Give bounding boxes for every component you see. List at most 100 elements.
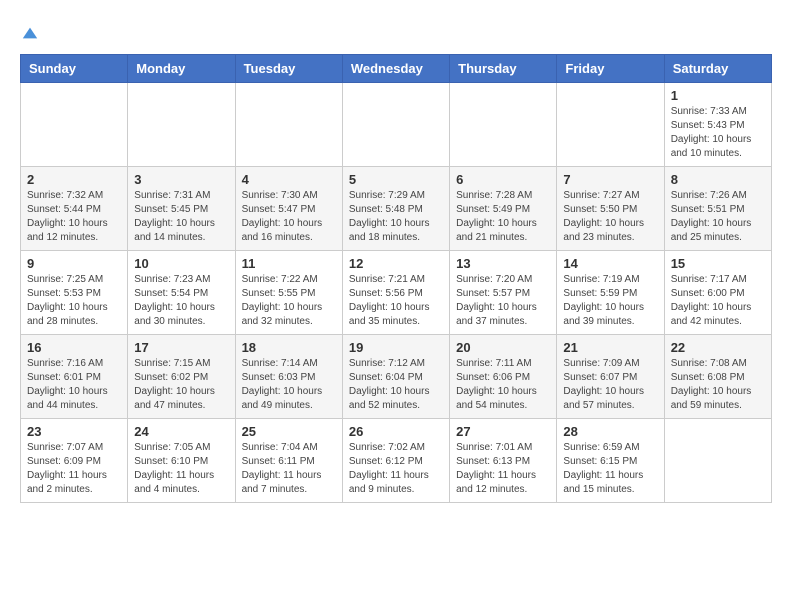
day-info: Sunrise: 7:32 AM Sunset: 5:44 PM Dayligh… <box>27 189 121 245</box>
day-info: Sunrise: 7:26 AM Sunset: 5:51 PM Dayligh… <box>671 189 765 245</box>
day-number: 21 <box>563 340 657 355</box>
calendar-week-row: 16 Sunrise: 7:16 AM Sunset: 6:01 PM Dayli… <box>21 335 772 419</box>
day-number: 24 <box>134 424 228 439</box>
day-info: Sunrise: 7:27 AM Sunset: 5:50 PM Dayligh… <box>563 189 657 245</box>
day-number: 18 <box>242 340 336 355</box>
calendar-cell: 20Sunrise: 7:11 AM Sunset: 6:06 PM Dayli… <box>450 335 557 419</box>
day-number: 15 <box>671 256 765 271</box>
weekday-header-row: SundayMondayTuesdayWednesdayThursdayFrid… <box>21 55 772 83</box>
day-info: Sunrise: 7:16 AM Sunset: 6:01 PM Dayligh… <box>27 357 121 413</box>
logo <box>20 20 39 44</box>
weekday-header-friday: Friday <box>557 55 664 83</box>
calendar-cell: 25 Sunrise: 7:04 AM Sunset: 6:11 PM Dayli… <box>235 419 342 503</box>
day-number: 16 <box>27 340 121 355</box>
day-number: 1 <box>671 88 765 103</box>
day-info: Sunrise: 7:14 AM Sunset: 6:03 PM Dayligh… <box>242 357 336 413</box>
weekday-header-sunday: Sunday <box>21 55 128 83</box>
calendar-cell: 10 Sunrise: 7:23 AM Sunset: 5:54 PM Dayli… <box>128 251 235 335</box>
day-info: Sunrise: 7:01 AM Sunset: 6:13 PM Dayligh… <box>456 441 550 497</box>
calendar-cell: 28 Sunrise: 6:59 AM Sunset: 6:15 PM Dayli… <box>557 419 664 503</box>
day-number: 2 <box>27 172 121 187</box>
day-number: 3 <box>134 172 228 187</box>
day-number: 25 <box>242 424 336 439</box>
day-number: 27 <box>456 424 550 439</box>
calendar-week-row: 23 Sunrise: 7:07 AM Sunset: 6:09 PM Dayli… <box>21 419 772 503</box>
day-info: Sunrise: 6:59 AM Sunset: 6:15 PM Dayligh… <box>563 441 657 497</box>
calendar-cell: 2 Sunrise: 7:32 AM Sunset: 5:44 PM Daylig… <box>21 167 128 251</box>
day-info: Sunrise: 7:33 AM Sunset: 5:43 PM Dayligh… <box>671 105 765 161</box>
day-number: 23 <box>27 424 121 439</box>
day-number: 8 <box>671 172 765 187</box>
day-info: Sunrise: 7:17 AM Sunset: 6:00 PM Dayligh… <box>671 273 765 329</box>
calendar-cell: 17Sunrise: 7:15 AM Sunset: 6:02 PM Dayli… <box>128 335 235 419</box>
calendar-cell: 26 Sunrise: 7:02 AM Sunset: 6:12 PM Dayli… <box>342 419 449 503</box>
day-number: 4 <box>242 172 336 187</box>
day-info: Sunrise: 7:29 AM Sunset: 5:48 PM Dayligh… <box>349 189 443 245</box>
day-info: Sunrise: 7:02 AM Sunset: 6:12 PM Dayligh… <box>349 441 443 497</box>
calendar-cell: 7 Sunrise: 7:27 AM Sunset: 5:50 PM Daylig… <box>557 167 664 251</box>
day-info: Sunrise: 7:21 AM Sunset: 5:56 PM Dayligh… <box>349 273 443 329</box>
calendar-cell: 23 Sunrise: 7:07 AM Sunset: 6:09 PM Dayli… <box>21 419 128 503</box>
calendar-week-row: 9 Sunrise: 7:25 AM Sunset: 5:53 PM Daylig… <box>21 251 772 335</box>
day-number: 26 <box>349 424 443 439</box>
day-info: Sunrise: 7:30 AM Sunset: 5:47 PM Dayligh… <box>242 189 336 245</box>
calendar-cell: 9 Sunrise: 7:25 AM Sunset: 5:53 PM Daylig… <box>21 251 128 335</box>
calendar-cell: 1 Sunrise: 7:33 AM Sunset: 5:43 PM Daylig… <box>664 83 771 167</box>
calendar-cell: 14 Sunrise: 7:19 AM Sunset: 5:59 PM Dayli… <box>557 251 664 335</box>
calendar-cell <box>235 83 342 167</box>
day-info: Sunrise: 7:23 AM Sunset: 5:54 PM Dayligh… <box>134 273 228 329</box>
calendar-cell <box>342 83 449 167</box>
day-info: Sunrise: 7:20 AM Sunset: 5:57 PM Dayligh… <box>456 273 550 329</box>
day-info: Sunrise: 7:04 AM Sunset: 6:11 PM Dayligh… <box>242 441 336 497</box>
calendar-cell <box>557 83 664 167</box>
day-info: Sunrise: 7:09 AM Sunset: 6:07 PM Dayligh… <box>563 357 657 413</box>
day-info: Sunrise: 7:25 AM Sunset: 5:53 PM Dayligh… <box>27 273 121 329</box>
day-number: 17 <box>134 340 228 355</box>
day-info: Sunrise: 7:22 AM Sunset: 5:55 PM Dayligh… <box>242 273 336 329</box>
calendar-cell <box>128 83 235 167</box>
calendar-cell: 24 Sunrise: 7:05 AM Sunset: 6:10 PM Dayli… <box>128 419 235 503</box>
day-info: Sunrise: 7:11 AM Sunset: 6:06 PM Dayligh… <box>456 357 550 413</box>
day-number: 19 <box>349 340 443 355</box>
calendar-cell: 22Sunrise: 7:08 AM Sunset: 6:08 PM Dayli… <box>664 335 771 419</box>
day-number: 5 <box>349 172 443 187</box>
weekday-header-thursday: Thursday <box>450 55 557 83</box>
calendar-cell <box>21 83 128 167</box>
weekday-header-saturday: Saturday <box>664 55 771 83</box>
calendar-cell: 27 Sunrise: 7:01 AM Sunset: 6:13 PM Dayli… <box>450 419 557 503</box>
day-number: 13 <box>456 256 550 271</box>
day-number: 28 <box>563 424 657 439</box>
calendar-cell: 15 Sunrise: 7:17 AM Sunset: 6:00 PM Dayli… <box>664 251 771 335</box>
calendar-cell: 11 Sunrise: 7:22 AM Sunset: 5:55 PM Dayli… <box>235 251 342 335</box>
day-info: Sunrise: 7:05 AM Sunset: 6:10 PM Dayligh… <box>134 441 228 497</box>
calendar-week-row: 2 Sunrise: 7:32 AM Sunset: 5:44 PM Daylig… <box>21 167 772 251</box>
logo-arrow-icon <box>21 24 39 42</box>
calendar-week-row: 1 Sunrise: 7:33 AM Sunset: 5:43 PM Daylig… <box>21 83 772 167</box>
day-info: Sunrise: 7:31 AM Sunset: 5:45 PM Dayligh… <box>134 189 228 245</box>
day-number: 14 <box>563 256 657 271</box>
day-info: Sunrise: 7:19 AM Sunset: 5:59 PM Dayligh… <box>563 273 657 329</box>
day-number: 7 <box>563 172 657 187</box>
day-number: 12 <box>349 256 443 271</box>
day-number: 22 <box>671 340 765 355</box>
day-number: 10 <box>134 256 228 271</box>
header <box>20 20 772 44</box>
logo-text <box>20 20 39 44</box>
calendar-cell: 21 Sunrise: 7:09 AM Sunset: 6:07 PM Dayli… <box>557 335 664 419</box>
calendar-table: SundayMondayTuesdayWednesdayThursdayFrid… <box>20 54 772 503</box>
calendar-cell <box>450 83 557 167</box>
calendar-cell: 4 Sunrise: 7:30 AM Sunset: 5:47 PM Daylig… <box>235 167 342 251</box>
calendar-cell: 5 Sunrise: 7:29 AM Sunset: 5:48 PM Daylig… <box>342 167 449 251</box>
weekday-header-monday: Monday <box>128 55 235 83</box>
calendar-cell: 16 Sunrise: 7:16 AM Sunset: 6:01 PM Dayli… <box>21 335 128 419</box>
calendar-cell: 8 Sunrise: 7:26 AM Sunset: 5:51 PM Daylig… <box>664 167 771 251</box>
calendar-cell: 19 Sunrise: 7:12 AM Sunset: 6:04 PM Dayli… <box>342 335 449 419</box>
day-info: Sunrise: 7:12 AM Sunset: 6:04 PM Dayligh… <box>349 357 443 413</box>
day-info: Sunrise: 7:07 AM Sunset: 6:09 PM Dayligh… <box>27 441 121 497</box>
calendar-cell: 3 Sunrise: 7:31 AM Sunset: 5:45 PM Daylig… <box>128 167 235 251</box>
day-number: 11 <box>242 256 336 271</box>
calendar-cell: 18 Sunrise: 7:14 AM Sunset: 6:03 PM Dayli… <box>235 335 342 419</box>
day-number: 9 <box>27 256 121 271</box>
weekday-header-tuesday: Tuesday <box>235 55 342 83</box>
calendar-cell: 13 Sunrise: 7:20 AM Sunset: 5:57 PM Dayli… <box>450 251 557 335</box>
